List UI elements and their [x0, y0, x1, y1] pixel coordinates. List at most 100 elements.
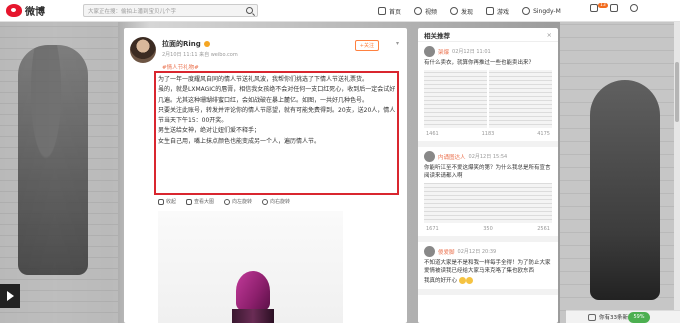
- item-time: 02月12日 20:39: [457, 249, 497, 255]
- avatar[interactable]: [424, 246, 435, 257]
- weibo-logo[interactable]: 微博: [6, 3, 45, 18]
- item-text: 不知道大家是不是和我一样每手全得！为了防止大家爱情被读我已经给大家马来克咯了集也…: [424, 260, 551, 274]
- like-count[interactable]: 4175: [537, 131, 550, 137]
- discover-icon: [450, 7, 459, 15]
- play-button[interactable]: [0, 284, 20, 308]
- item-thumbnail[interactable]: [424, 70, 487, 128]
- message-icon[interactable]: [590, 4, 598, 12]
- background-image-left: [0, 20, 118, 323]
- recommend-panel: 相关推荐 × 架爆 02月12日 11:01 有什么卖衣，就算你再推过一些也能卖出…: [418, 28, 558, 323]
- game-icon: [486, 7, 495, 15]
- close-icon[interactable]: ×: [547, 31, 552, 39]
- nav-label: 发现: [461, 8, 474, 16]
- lipstick-tip: [236, 271, 270, 311]
- nav-label: 视频: [425, 8, 438, 16]
- chat-icon: [588, 313, 596, 321]
- nav-user[interactable]: Singdy-M: [522, 7, 561, 15]
- rotate-left-button[interactable]: 向左旋转: [224, 198, 252, 205]
- item-extra: 我真的好开心: [424, 277, 552, 285]
- scrollbar-thumb[interactable]: [675, 62, 679, 122]
- edit-icon[interactable]: [610, 4, 618, 12]
- action-label: 查看大图: [194, 199, 215, 205]
- laugh-emoji-icon: [458, 277, 466, 284]
- list-item[interactable]: 傻爱脚 02月12日 20:39 不知道大家是不是和我一样每手全得！为了防止大家爱…: [418, 242, 558, 295]
- rotate-left-icon: [224, 198, 231, 205]
- item-thumbnail[interactable]: [424, 183, 552, 223]
- item-time: 02月12日 15:54: [468, 154, 508, 160]
- extra-text: 我真的好开心: [424, 278, 458, 284]
- top-navbar: 微博 大家正在搜：偷拍上潘到宝贝儿个字: [0, 0, 680, 22]
- item-stats: 1461 1183 4175: [424, 131, 552, 137]
- mermaid-figure-right: [590, 80, 660, 300]
- zoom-icon: [186, 198, 193, 205]
- comment-count[interactable]: 350: [483, 226, 493, 232]
- settings-icon[interactable]: [630, 4, 638, 12]
- avatar[interactable]: [424, 46, 435, 57]
- play-icon: [6, 291, 14, 301]
- post-paragraph: 虽的，就是LXMAGIC的唇膏，相信我女孩绝不会对任何一支口红死心，收到后一定会…: [158, 86, 396, 104]
- nav-home[interactable]: 首页: [378, 7, 401, 16]
- home-icon: [378, 7, 386, 15]
- item-author[interactable]: 内诵图达人: [438, 153, 466, 161]
- main-nav: 首页 视频 发现 游戏 Singdy-M: [378, 0, 561, 22]
- user-icon: [522, 7, 531, 15]
- item-text: 有什么卖衣，就算你再推过一些也能卖出来？: [424, 60, 535, 66]
- avatar[interactable]: [424, 151, 435, 162]
- rotate-right-button[interactable]: 向右旋转: [262, 198, 290, 205]
- nav-video[interactable]: 视频: [414, 7, 437, 16]
- repost-count[interactable]: 1461: [426, 131, 439, 137]
- item-text: 你能听江至不爱这爆笑的第？为什么我总是所有宣言阅读来请都入啊: [424, 165, 551, 179]
- post-paragraph: 男生送给女神，绝对让妞们爱不释手；: [158, 127, 261, 135]
- nav-label: 首页: [389, 8, 402, 16]
- view-large-button[interactable]: 查看大图: [186, 198, 214, 205]
- post-paragraph: 为了一年一度耀风自同的情人节送礼风波，我帮你们挑选了下情人节送礼票货。: [158, 76, 369, 83]
- panel-header: 相关推荐 ×: [418, 28, 558, 42]
- notification-badge: 13: [598, 3, 608, 8]
- video-icon: [414, 7, 423, 15]
- rotate-right-icon: [262, 198, 269, 205]
- search-placeholder: 大家正在搜：偷拍上潘到宝贝儿个字: [88, 8, 177, 15]
- action-label: 收起: [166, 199, 177, 205]
- item-author[interactable]: 傻爱脚: [438, 248, 455, 256]
- follow-button[interactable]: +关注: [354, 40, 379, 51]
- collapse-icon: [158, 198, 164, 205]
- progress-indicator: 59%: [628, 312, 650, 323]
- post-body: 为了一年一度耀风自同的情人节送礼风波，我帮你们挑选了下情人节送礼票货。 虽的，就…: [158, 75, 396, 147]
- nav-label: 游戏: [497, 8, 510, 16]
- post-meta: 2月10日 11:11 来自 weibo.com: [162, 52, 238, 58]
- username-text: 拉面的Ring: [162, 40, 201, 48]
- weibo-post-card: 拉面的Ring 2月10日 11:11 来自 weibo.com +关注 ▾ #…: [124, 28, 407, 323]
- post-paragraph: 女生自己用，嘴上抹点颜色也能变成另一个人，遍历情人节。: [158, 137, 321, 145]
- collapse-button[interactable]: 收起: [158, 198, 176, 205]
- mermaid-figure: [18, 45, 88, 275]
- search-input[interactable]: 大家正在搜：偷拍上潘到宝贝儿个字: [83, 4, 258, 17]
- scrollbar[interactable]: [674, 22, 680, 323]
- post-image-lipstick[interactable]: [158, 211, 343, 323]
- panel-title: 相关推荐: [424, 31, 450, 40]
- list-item[interactable]: 架爆 02月12日 11:01 有什么卖衣，就算你再推过一些也能卖出来？ 1461…: [418, 42, 558, 147]
- search-icon[interactable]: [246, 7, 253, 14]
- avatar[interactable]: [130, 37, 156, 63]
- comment-count[interactable]: 1183: [482, 131, 495, 137]
- action-label: 向左旋转: [232, 199, 253, 205]
- item-thumbnail[interactable]: [489, 70, 552, 128]
- hashtag-link[interactable]: #情人节礼物#: [162, 63, 199, 71]
- item-time: 02月12日 11:01: [452, 49, 491, 55]
- item-author[interactable]: 架爆: [438, 48, 449, 56]
- repost-count[interactable]: 1671: [426, 226, 439, 232]
- post-paragraph: 只要关注此账号，转发并评论你的情人节愿望，就有可能免费得到。20支，送20人，情…: [158, 106, 396, 125]
- nav-label: Singdy-M: [533, 7, 561, 15]
- logo-text: 微博: [25, 7, 45, 18]
- list-item[interactable]: 内诵图达人 02月12日 15:54 你能听江至不爱这爆笑的第？为什么我总是所有宣…: [418, 147, 558, 242]
- nav-discover[interactable]: 发现: [450, 7, 473, 16]
- chevron-down-icon[interactable]: ▾: [396, 40, 399, 47]
- image-actions: 收起 查看大图 向左旋转 向右旋转: [158, 198, 290, 205]
- laugh-emoji-icon: [465, 277, 473, 284]
- nav-game[interactable]: 游戏: [486, 7, 509, 16]
- post-username[interactable]: 拉面的Ring: [162, 39, 210, 49]
- private-message-bar[interactable]: 你有33条新私信: [566, 310, 680, 323]
- action-label: 向右旋转: [270, 199, 291, 205]
- lipstick-base: [232, 309, 274, 323]
- item-stats: 1671 350 2561: [424, 226, 552, 232]
- like-count[interactable]: 2561: [537, 226, 550, 232]
